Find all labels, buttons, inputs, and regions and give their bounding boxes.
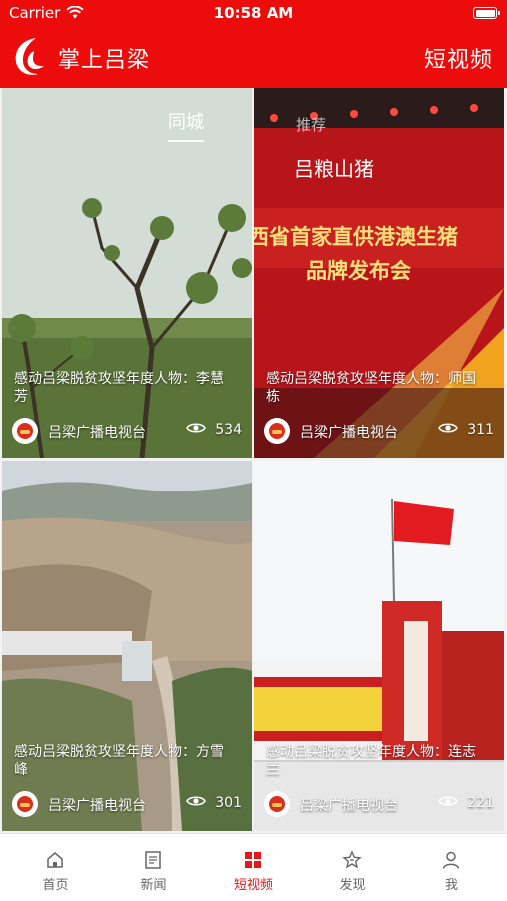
video-caption: 感动吕梁脱贫攻坚年度人物：李慧芳 [14,371,224,405]
video-source[interactable]: 吕梁广播电视台 [300,422,398,442]
video-caption: 感动吕梁脱贫攻坚年度人物：师国栋 [266,371,476,405]
nav-discover[interactable]: 发现 [302,834,403,901]
nav-news[interactable]: 新闻 [103,834,204,901]
stage-line2-text: 品牌发布会 [306,259,411,283]
view-count: 534 [215,422,242,438]
view-count: 311 [467,422,494,438]
video-source[interactable]: 吕梁广播电视台 [300,795,398,815]
nav-short-video[interactable]: 短视频 [203,834,304,901]
source-avatar[interactable] [12,418,38,444]
bottom-navigation: 首页 新闻 短视频 发现 我 [0,833,507,901]
eye-icon [438,796,458,806]
tab-local[interactable]: 同城 [168,108,204,142]
video-card[interactable]: 吕粮山猪 西省首家直供港澳生猪 品牌发布会 感动吕梁脱贫攻坚年度人物：师国栋 吕… [254,88,504,458]
discover-icon [342,850,362,869]
video-meta: 吕梁广播电视台 221 [264,791,494,819]
video-caption: 感动吕梁脱贫攻坚年度人物：方雪峰 [14,744,224,778]
app-logo-icon [15,38,44,75]
status-bar: Carrier 10:58 AM [0,0,507,26]
nav-discover-label: 发现 [339,878,366,893]
top-app-bar: Carrier 10:58 AM 掌上吕梁 短视频 [0,0,507,88]
source-avatar[interactable] [264,418,290,444]
section-title: 短视频 [423,48,493,73]
nav-profile[interactable]: 我 [401,834,502,901]
home-icon [47,852,63,868]
video-card[interactable]: 感动吕梁脱贫攻坚年度人物：方雪峰 吕梁广播电视台 301 [2,461,252,831]
nav-short-video-label: 短视频 [233,878,273,893]
nav-home[interactable]: 首页 [5,834,106,901]
stage-brand-text: 吕粮山猪 [294,157,374,181]
video-source[interactable]: 吕梁广播电视台 [48,422,146,442]
news-icon [145,851,161,869]
nav-news-label: 新闻 [140,878,167,893]
profile-icon [442,851,460,869]
eye-icon [186,423,206,433]
source-avatar[interactable] [12,791,38,817]
tab-recommended[interactable]: 推荐 [296,114,326,135]
source-avatar[interactable] [264,791,290,817]
video-meta: 吕梁广播电视台 301 [12,791,242,819]
eye-icon [438,423,458,433]
video-card[interactable]: 感动吕梁脱贫攻坚年度人物：连志兰 吕梁广播电视台 221 [254,461,504,831]
battery-icon [473,7,500,19]
short-video-icon [245,852,261,868]
video-meta: 吕梁广播电视台 311 [264,418,494,446]
video-card[interactable]: 感动吕梁脱贫攻坚年度人物：李慧芳 吕梁广播电视台 534 [2,88,252,458]
view-count: 301 [215,795,242,811]
app-title: 掌上吕梁 [58,48,151,73]
view-count: 221 [467,795,494,811]
video-meta: 吕梁广播电视台 534 [12,418,242,446]
video-source[interactable]: 吕梁广播电视台 [48,795,146,815]
nav-profile-label: 我 [444,878,458,893]
eye-icon [186,796,206,806]
stage-line1-text: 西省首家直供港澳生猪 [254,225,458,249]
nav-home-label: 首页 [42,878,69,893]
status-time: 10:58 AM [213,4,294,22]
video-caption: 感动吕梁脱贫攻坚年度人物：连志兰 [266,744,476,778]
